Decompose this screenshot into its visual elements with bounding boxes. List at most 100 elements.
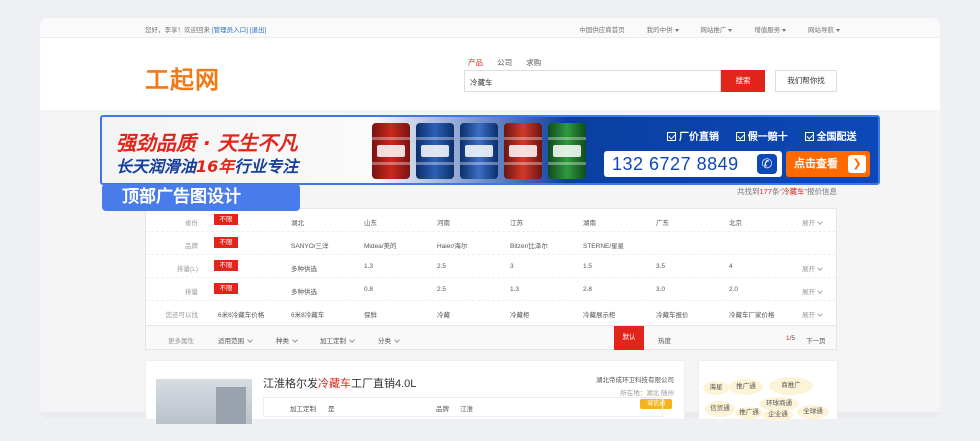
more-attributes[interactable]: 更多属性 (168, 335, 194, 345)
filter-expand[interactable]: 展开 (802, 309, 823, 319)
filter-option[interactable]: 冷藏展示柜 (583, 309, 616, 319)
filter-option[interactable]: 3.0 (656, 286, 665, 293)
banner-subline-highlight: 16年 (196, 157, 235, 176)
badge-delivery: 全国配送 (804, 128, 857, 143)
filter-option[interactable]: 3 (510, 263, 514, 270)
filter-option[interactable]: 冷藏柜 (510, 309, 530, 319)
filter-option[interactable]: 0.8 (364, 286, 373, 293)
filter-option[interactable]: 1.5 (583, 263, 592, 270)
filter-expand[interactable]: 展开 (802, 286, 823, 296)
chevron-down-icon (817, 288, 823, 294)
filter-option[interactable]: 1.3 (364, 263, 373, 270)
product-company[interactable]: 湖北帝成环卫科技有限公司 (596, 374, 674, 384)
filter-row-related: 您还可以找 6米8冷藏车价格 6米8冷藏车 保鲜 冷藏 冷藏柜 冷藏展示柜 冷藏… (146, 301, 836, 324)
filter-all-button[interactable]: 不限 (214, 237, 238, 248)
filter-option[interactable]: 2.5 (437, 263, 446, 270)
filter-row-province: 省份 不限 湖北 山东 河南 江苏 湖南 广东 北京 展开 (146, 209, 836, 232)
filter-option[interactable]: 6米8冷藏车价格 (218, 309, 264, 319)
search-tab-products[interactable]: 产品 (468, 58, 483, 67)
top-banner-ad[interactable]: 强劲品质 · 天生不凡 长天润滑油16年行业专注 厂价直销 假一赔十 全国配送 … (100, 115, 880, 185)
tag-bubble[interactable]: 推广通 (735, 407, 763, 419)
result-keyword: 冷藏车 (782, 187, 805, 196)
caret-down-icon (674, 28, 679, 32)
banner-cta-button[interactable]: 点击查看 ❯ (786, 151, 870, 177)
spec-value: 江淮 (460, 406, 473, 413)
product-thumbnail[interactable] (156, 379, 252, 424)
oil-barrel-icon (460, 123, 498, 179)
filter-all-button[interactable]: 不限 (214, 214, 238, 225)
badge-label: 全国配送 (816, 132, 857, 143)
filter-option[interactable]: 冷藏车厂家价格 (729, 309, 775, 319)
filter-row-displacement: 排量 不限 多种供选 0.8 2.5 1.3 2.8 3.0 2.0 展开 (146, 278, 836, 301)
filter-option[interactable]: 广东 (656, 217, 669, 227)
filter-all-button[interactable]: 不限 (214, 260, 238, 271)
top-nav-my-account[interactable]: 我的中供 (637, 27, 679, 34)
admin-link[interactable]: [管理员入口] (212, 27, 248, 34)
filter-option[interactable]: 山东 (364, 217, 377, 227)
banner-cta-label: 点击查看 (794, 158, 838, 170)
next-page-button[interactable]: 下一页 (806, 335, 826, 345)
filter-option[interactable]: 3.5 (656, 263, 665, 270)
filter-option[interactable]: 4 (729, 263, 733, 270)
oil-barrel-icon (548, 123, 586, 179)
filter-option[interactable]: 2.0 (729, 286, 738, 293)
search-tab-companies[interactable]: 公司 (497, 58, 512, 67)
product-card[interactable]: 江淮格尔发冷藏车工厂直销4.0L 湖北帝成环卫科技有限公司 所在地：湖北 随州 … (145, 360, 685, 424)
product-title-pre: 江淮格尔发 (263, 378, 318, 390)
caret-down-icon (782, 28, 787, 32)
search-button[interactable]: 搜索 (721, 70, 765, 92)
page-total: /5 (789, 335, 796, 342)
tag-bubble[interactable]: 商推广 (769, 377, 813, 395)
dropdown-scope[interactable]: 适用范围 (218, 335, 253, 345)
banner-badges: 厂价直销 假一赔十 全国配送 (667, 128, 871, 143)
logout-link[interactable]: [退出] (250, 27, 267, 34)
filter-expand[interactable]: 展开 (802, 217, 823, 227)
tag-bubble[interactable]: 信贸通 (705, 401, 735, 417)
top-nav-sitemap[interactable]: 网站导航 (798, 27, 840, 34)
product-title[interactable]: 江淮格尔发冷藏车工厂直销4.0L (263, 375, 416, 391)
filter-option[interactable]: 多种供选 (291, 286, 317, 296)
chevron-down-icon (817, 265, 823, 271)
tag-bubble[interactable]: 海星 (703, 381, 729, 395)
top-nav-services[interactable]: 增值服务 (744, 27, 787, 34)
tag-bubble[interactable]: 企业通 (763, 409, 793, 421)
filter-option[interactable]: 6米8冷藏车 (291, 309, 324, 319)
filter-option[interactable]: 北京 (729, 217, 742, 227)
filter-option[interactable]: SANYO/三洋 (291, 240, 329, 250)
banner-subline: 长天润滑油16年行业专注 (116, 153, 298, 177)
filter-option[interactable]: 江苏 (510, 217, 523, 227)
tag-bubble[interactable]: 推广通 (729, 379, 763, 395)
filter-expand[interactable]: 展开 (802, 263, 823, 273)
filter-option[interactable]: 湖北 (291, 217, 304, 227)
badge-label: 厂价直销 (679, 132, 719, 143)
filter-option[interactable]: Bitzer/比泽尔 (510, 240, 548, 250)
filter-option[interactable]: 湖南 (583, 217, 596, 227)
site-logo[interactable]: 工起网 (145, 60, 220, 95)
top-nav-services-label: 增值服务 (754, 27, 781, 34)
tag-bubble[interactable]: 全球通 (797, 405, 829, 419)
result-count: 共找到177条“冷藏车”报价信息 (737, 186, 837, 197)
top-nav-promotion[interactable]: 网站推广 (690, 27, 733, 34)
filter-option[interactable]: 多种供选 (291, 263, 317, 273)
dropdown-type[interactable]: 种类 (276, 335, 298, 345)
filter-option[interactable]: Midea/美的 (364, 240, 397, 250)
filter-option[interactable]: 河南 (437, 217, 450, 227)
sort-default-button[interactable]: 默认 (614, 326, 644, 350)
filter-option[interactable]: 2.8 (583, 286, 592, 293)
checkbox-check-icon (804, 132, 814, 141)
dropdown-category[interactable]: 分类 (378, 335, 400, 345)
filter-option[interactable]: 冷藏 (437, 309, 450, 319)
search-input[interactable]: 冷藏车 (464, 70, 721, 92)
filter-option[interactable]: 保鲜 (364, 309, 377, 319)
filter-option[interactable]: 1.3 (510, 286, 519, 293)
top-nav-home[interactable]: 中国供应商首页 (579, 27, 625, 34)
filter-option[interactable]: STERNE/星星 (583, 240, 624, 250)
help-find-button[interactable]: 我们帮你找 (775, 70, 837, 92)
filter-all-button[interactable]: 不限 (214, 283, 238, 294)
filter-option[interactable]: 2.5 (437, 286, 446, 293)
sort-hot-button[interactable]: 热度 (658, 335, 671, 345)
filter-option[interactable]: Haier/海尔 (437, 240, 467, 250)
filter-option[interactable]: 冷藏车报价 (656, 309, 689, 319)
dropdown-custom[interactable]: 加工定制 (320, 335, 355, 345)
search-tab-buying[interactable]: 求购 (526, 58, 541, 67)
